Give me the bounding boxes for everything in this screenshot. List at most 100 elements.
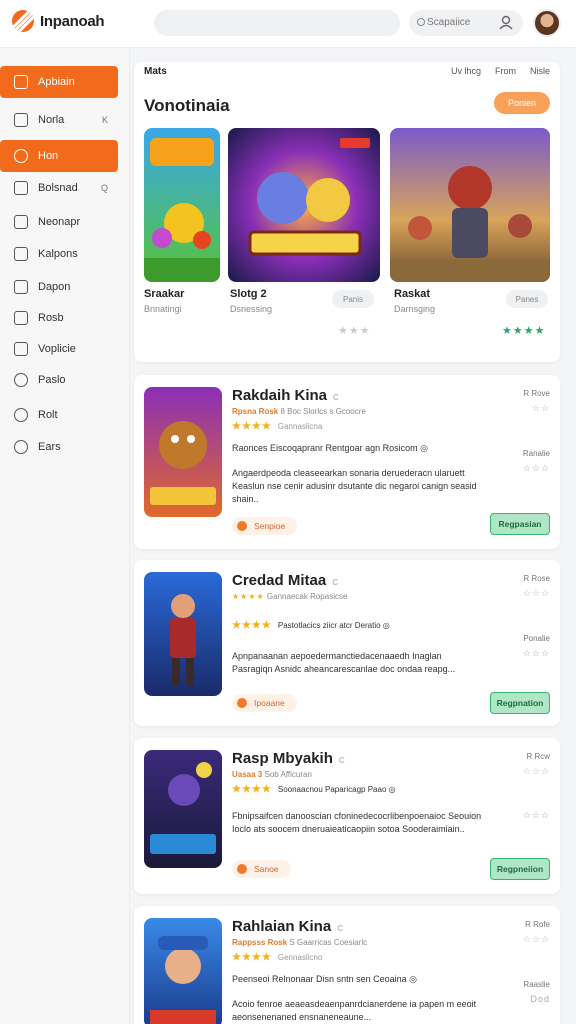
game-cover-image — [144, 387, 222, 517]
settings-icon — [14, 440, 28, 454]
game-description: Angaerdpeoda cleaseearkan sonaria derued… — [232, 468, 477, 504]
chat-icon — [14, 280, 28, 294]
featured-tile-name: Slotg 2 — [230, 288, 267, 300]
featured-tile-sub: Darnsging — [394, 304, 436, 314]
sidebar-item-5[interactable]: Kalpons — [0, 238, 118, 270]
game-card[interactable]: Rahlaian Kina C Rappsss Rosk S Gaarricas … — [134, 906, 560, 1024]
game-description: Acoio fenroe aeaeasdeaenpanrdcianerdene … — [232, 999, 477, 1022]
featured-tile-name: Raskat — [394, 288, 431, 300]
game-title: Rahlaian Kina C — [232, 918, 343, 935]
featured-tile-tag[interactable]: Panes — [506, 290, 548, 308]
featured-nav-label: Mats — [144, 66, 167, 77]
sidebar: Apbiain Norla K Hon Bolsnad Q Neonapr Kalp… — [0, 48, 130, 1024]
main-search-input[interactable] — [154, 10, 400, 36]
card-side-stars: ☆☆☆ — [522, 934, 550, 944]
app-title: Inpanoah — [40, 13, 105, 30]
game-cover-image — [144, 128, 220, 282]
card-side-stars: ☆☆ — [531, 403, 550, 413]
avatar[interactable] — [533, 9, 561, 37]
game-card[interactable]: Credad Mitaa C ★★★★ Gannaecak Ropasicse ★… — [134, 560, 560, 726]
user-icon[interactable] — [499, 15, 513, 30]
game-card[interactable]: Rakdaih Kina C Rpsna Rosk 8 Boc Slorlcs s… — [134, 375, 560, 549]
sidebar-item-4[interactable]: Neonapr — [0, 206, 118, 238]
search-field[interactable]: Scapaiice — [409, 10, 523, 36]
sidebar-item-6[interactable]: Dapon — [0, 271, 118, 303]
game-card[interactable]: Rasp Mbyakih C Uasaa 3 Sob Afficuran ★★★★… — [134, 738, 560, 894]
game-icon — [14, 149, 28, 163]
game-meta: Rpsna Rosk 8 Boc Slorlcs s Gcoocre — [232, 407, 366, 416]
card-side-label-2: Ponalie — [523, 634, 550, 643]
sidebar-item-11[interactable]: Ears — [0, 431, 118, 463]
sidebar-item-2[interactable]: Hon — [0, 140, 118, 172]
game-meta: Uasaa 3 Sob Afficuran — [232, 770, 312, 779]
game-description: Fbnipsaifcen danooscian cfoninedecocrlib… — [232, 811, 482, 834]
title-tag: C — [337, 924, 343, 933]
game-cover-image — [144, 572, 222, 696]
featured-nav-link-2[interactable]: Nisle — [530, 66, 550, 76]
featured-title: Vonotinaia — [144, 96, 230, 115]
card-side-stars-2: ☆☆☆ — [522, 463, 550, 473]
title-tag: C — [332, 578, 338, 587]
game-title: Rasp Mbyakih C — [232, 750, 345, 767]
card-side-label: R Rcw — [526, 752, 550, 761]
sidebar-item-9[interactable]: Paslo — [0, 364, 118, 396]
featured-tile[interactable]: Slotg 2 Dsnessing Panis ★★★ — [228, 128, 380, 360]
game-cover-image — [144, 918, 222, 1024]
register-button[interactable]: Regpnation — [490, 692, 550, 714]
title-tag: C — [338, 756, 345, 765]
featured-tile-rating: ★★★★ — [502, 325, 546, 337]
sidebar-item-10[interactable]: Rolt — [0, 399, 118, 431]
game-rating: ★★★★ Pastotlacics ziicr atcr Deratio ◎ — [232, 620, 390, 631]
app-logo-icon — [12, 10, 34, 32]
featured-tile-sub: Bnnatingi — [144, 304, 182, 314]
game-title: Credad Mitaa C — [232, 572, 338, 589]
featured-tile-rating: ★★★ — [338, 325, 371, 337]
game-tagline: Raonces Eiscoqapranr Rentgoar agn Rosico… — [232, 443, 428, 453]
featured-action-button[interactable]: Ponien — [494, 92, 550, 114]
featured-section: Mats Uv lhcg From Nisle Vonotinaia Ponie… — [134, 62, 560, 362]
sidebar-item-3[interactable]: Bolsnad Q — [0, 172, 118, 204]
game-cover-image — [228, 128, 380, 282]
featured-tile-name: Sraakar — [144, 288, 185, 300]
genre-chip[interactable]: Ipoaane — [232, 694, 297, 712]
featured-nav-link-1[interactable]: From — [495, 66, 516, 76]
featured-nav: Uv lhcg From Nisle — [451, 66, 550, 76]
card-side-label: R Rofe — [525, 920, 550, 929]
game-meta: Rappsss Rosk S Gaarricas Coesiarlc — [232, 938, 368, 947]
puzzle-icon — [14, 247, 28, 261]
featured-tile[interactable]: Sraakar Bnnatingi — [144, 128, 220, 360]
featured-tile[interactable]: Raskat Darnsging Panes ★★★★ — [390, 128, 550, 360]
search-icon — [417, 18, 425, 26]
sidebar-item-8[interactable]: Voplicie — [0, 333, 118, 365]
featured-nav-link-0[interactable]: Uv lhcg — [451, 66, 481, 76]
document-icon — [14, 215, 28, 229]
register-button[interactable]: Regpneiion — [490, 858, 550, 880]
featured-tile-tag[interactable]: Panis — [332, 290, 374, 308]
card-side-stars-2: ☆☆☆ — [522, 648, 550, 658]
game-description: Apnpanaanan aepoedermanctiedacenaaedh In… — [232, 651, 456, 674]
sidebar-item-7[interactable]: Rosb — [0, 302, 118, 334]
card-side-label-2: Ranalie — [522, 449, 550, 458]
card-side-label-2: Raaslie — [523, 980, 550, 989]
title-tag: C — [333, 393, 339, 402]
game-tagline: Peenseoi Relnonaar Disn sntn sen Ceoaina… — [232, 974, 417, 984]
card-side-label: R Rose — [523, 574, 550, 583]
card-side-stars: ☆☆☆ — [522, 766, 550, 776]
sidebar-item-0[interactable]: Apbiain — [0, 66, 118, 98]
game-rating: ★★★★ Soonaacnou Paparicagp Paao ◎ — [232, 784, 396, 795]
game-cover-image — [390, 128, 550, 282]
card-side-label: R Rove — [523, 389, 550, 398]
grid-icon — [14, 113, 28, 127]
register-button[interactable]: Regpasian — [490, 513, 550, 535]
game-rating: ★★★★ Gannaslicna — [232, 421, 323, 432]
folder-icon — [14, 181, 28, 195]
genre-chip[interactable]: Senpioe — [232, 517, 298, 535]
home-icon — [14, 75, 28, 89]
top-bar: Inpanoah Scapaiice — [0, 0, 576, 48]
sidebar-item-1[interactable]: Norla K — [0, 104, 118, 136]
game-meta: ★★★★ Gannaecak Ropasicse — [232, 592, 348, 601]
search-placeholder: Scapaiice — [427, 17, 471, 28]
genre-chip[interactable]: Sanoe — [232, 860, 291, 878]
card-side-stars-2: Dod — [530, 994, 550, 1004]
chart-icon — [14, 311, 28, 325]
